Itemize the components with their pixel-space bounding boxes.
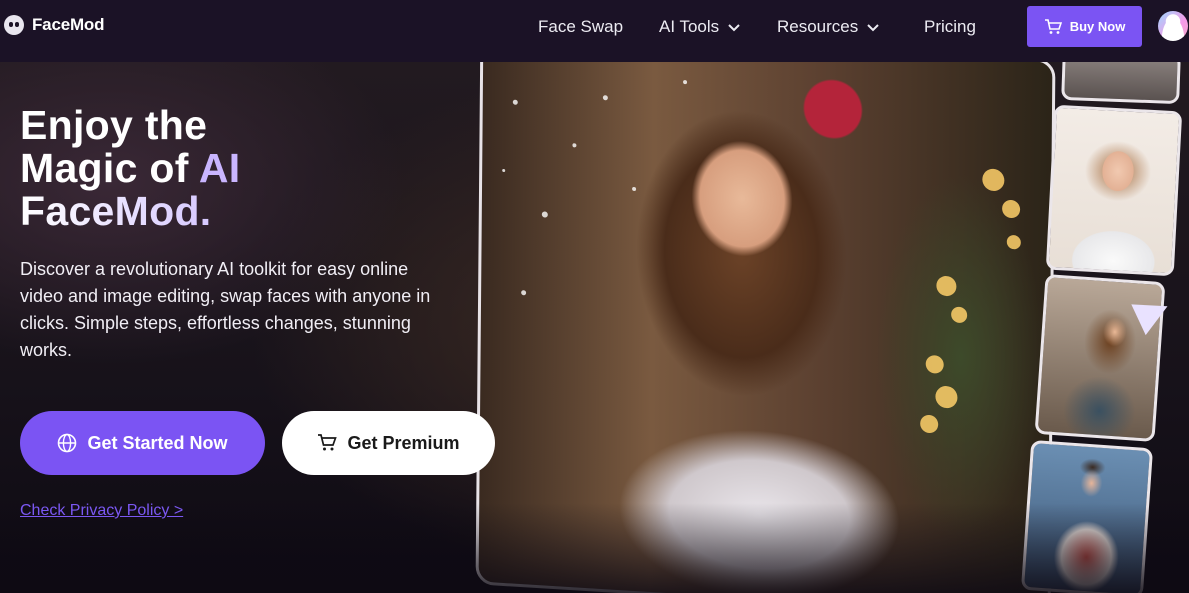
nav-ai-tools[interactable]: AI Tools xyxy=(659,17,741,37)
nav-pricing-label: Pricing xyxy=(924,17,976,36)
hero-description: Discover a revolutionary AI toolkit for … xyxy=(20,259,431,360)
thumbnail-image xyxy=(1045,104,1183,277)
chevron-down-icon xyxy=(867,24,879,32)
nav-face-swap-label: Face Swap xyxy=(538,17,624,36)
hero-title-line3: FaceMod. xyxy=(20,188,212,234)
get-premium-label: Get Premium xyxy=(347,432,460,453)
user-avatar[interactable] xyxy=(1158,11,1188,41)
hero-title-accent: AI xyxy=(198,145,241,191)
nav-face-swap[interactable]: Face Swap xyxy=(538,17,623,37)
privacy-policy-link[interactable]: Check Privacy Policy > xyxy=(20,502,183,520)
facemod-logo-icon xyxy=(4,15,24,35)
nav-resources[interactable]: Resources xyxy=(777,17,880,37)
top-navbar: FaceMod Face Swap AI Tools Resources Pri… xyxy=(0,0,1189,62)
get-started-button[interactable]: Get Started Now xyxy=(20,411,265,475)
brand-name: FaceMod xyxy=(32,15,105,34)
hero-title-line2: Magic of xyxy=(20,145,199,191)
chevron-down-icon xyxy=(728,24,740,32)
cart-icon xyxy=(318,434,338,451)
nav-pricing[interactable]: Pricing xyxy=(924,17,976,37)
hero-title: Enjoy the Magic of AI FaceMod. xyxy=(20,104,380,233)
hero-title-line1: Enjoy the xyxy=(20,102,208,148)
nav-ai-tools-label: AI Tools xyxy=(659,17,720,36)
hero-section: Enjoy the Magic of AI FaceMod. Discover … xyxy=(0,62,1189,593)
buy-now-label: Buy Now xyxy=(1069,19,1126,34)
nav-resources-label: Resources xyxy=(777,17,859,36)
get-started-label: Get Started Now xyxy=(87,432,228,453)
buy-now-button[interactable]: Buy Now xyxy=(1027,6,1142,47)
cart-icon xyxy=(1044,18,1062,34)
thumbnail-image xyxy=(1061,62,1181,105)
brand-logo[interactable]: FaceMod xyxy=(4,15,104,35)
get-premium-button[interactable]: Get Premium xyxy=(282,411,495,475)
globe-icon xyxy=(58,433,77,453)
